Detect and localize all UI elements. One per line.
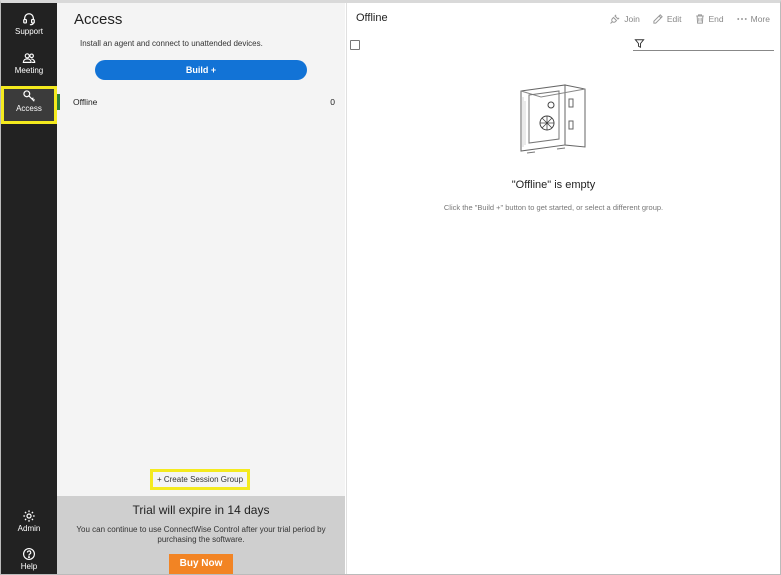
trial-text: You can continue to use ConnectWise Cont… (76, 525, 326, 544)
filter-icon (634, 39, 645, 49)
nav-item-meeting[interactable]: Meeting (1, 48, 57, 86)
group-title: Offline (356, 12, 388, 24)
nav-label-help: Help (20, 562, 38, 571)
session-group-item[interactable]: Offline 0 (57, 92, 345, 112)
nav-label-admin: Admin (17, 524, 41, 533)
nav-item-support[interactable]: Support (1, 9, 57, 47)
trial-banner: Trial will expire in 14 days You can con… (57, 496, 345, 574)
page-title: Access (74, 11, 123, 28)
nav-label-meeting: Meeting (14, 66, 44, 75)
nav-item-access[interactable]: Access (1, 86, 57, 124)
plug-icon (610, 14, 620, 24)
join-button[interactable]: Join (609, 11, 640, 27)
select-all-checkbox[interactable] (350, 40, 360, 50)
end-button[interactable]: End (694, 11, 724, 27)
trial-title: Trial will expire in 14 days (132, 503, 270, 517)
more-button[interactable]: More (736, 11, 770, 27)
page-description: Install an agent and connect to unattend… (80, 39, 263, 48)
nav-item-admin[interactable]: Admin (1, 506, 57, 544)
key-icon (23, 90, 35, 102)
build-button[interactable]: Build + (95, 60, 307, 80)
selected-indicator (57, 94, 60, 110)
session-group-name: Offline (73, 97, 98, 107)
filter-box[interactable] (633, 37, 774, 51)
empty-state-title: "Offline" is empty (511, 179, 596, 191)
gear-icon (23, 510, 35, 522)
create-session-group-button[interactable]: + Create Session Group (150, 469, 250, 490)
empty-state-subtitle: Click the "Build +" button to get starte… (443, 203, 664, 212)
safe-icon (520, 84, 586, 154)
nav-label-support: Support (14, 27, 44, 36)
nav-label-access: Access (16, 104, 42, 113)
buy-now-button[interactable]: Buy Now (169, 554, 233, 574)
session-list-panel: Offline Join Edit End More "Offline" is … (346, 3, 780, 574)
nav-item-help[interactable]: Help (1, 544, 57, 575)
edit-button[interactable]: Edit (652, 11, 682, 27)
filter-input[interactable] (647, 37, 773, 50)
ellipsis-icon (736, 18, 747, 20)
people-icon (22, 53, 36, 63)
end-label: End (708, 14, 724, 24)
session-group-panel: Access Install an agent and connect to u… (57, 3, 345, 574)
more-label: More (750, 14, 770, 24)
pencil-icon (653, 14, 663, 24)
session-group-count: 0 (330, 97, 335, 107)
edit-label: Edit (666, 14, 682, 24)
headset-icon (23, 13, 35, 26)
join-label: Join (624, 14, 640, 24)
session-toolbar: Join Edit End More (609, 11, 770, 27)
question-icon (23, 548, 35, 560)
trash-icon (695, 14, 704, 24)
left-nav: Support Meeting Access Admin Help (1, 3, 57, 574)
